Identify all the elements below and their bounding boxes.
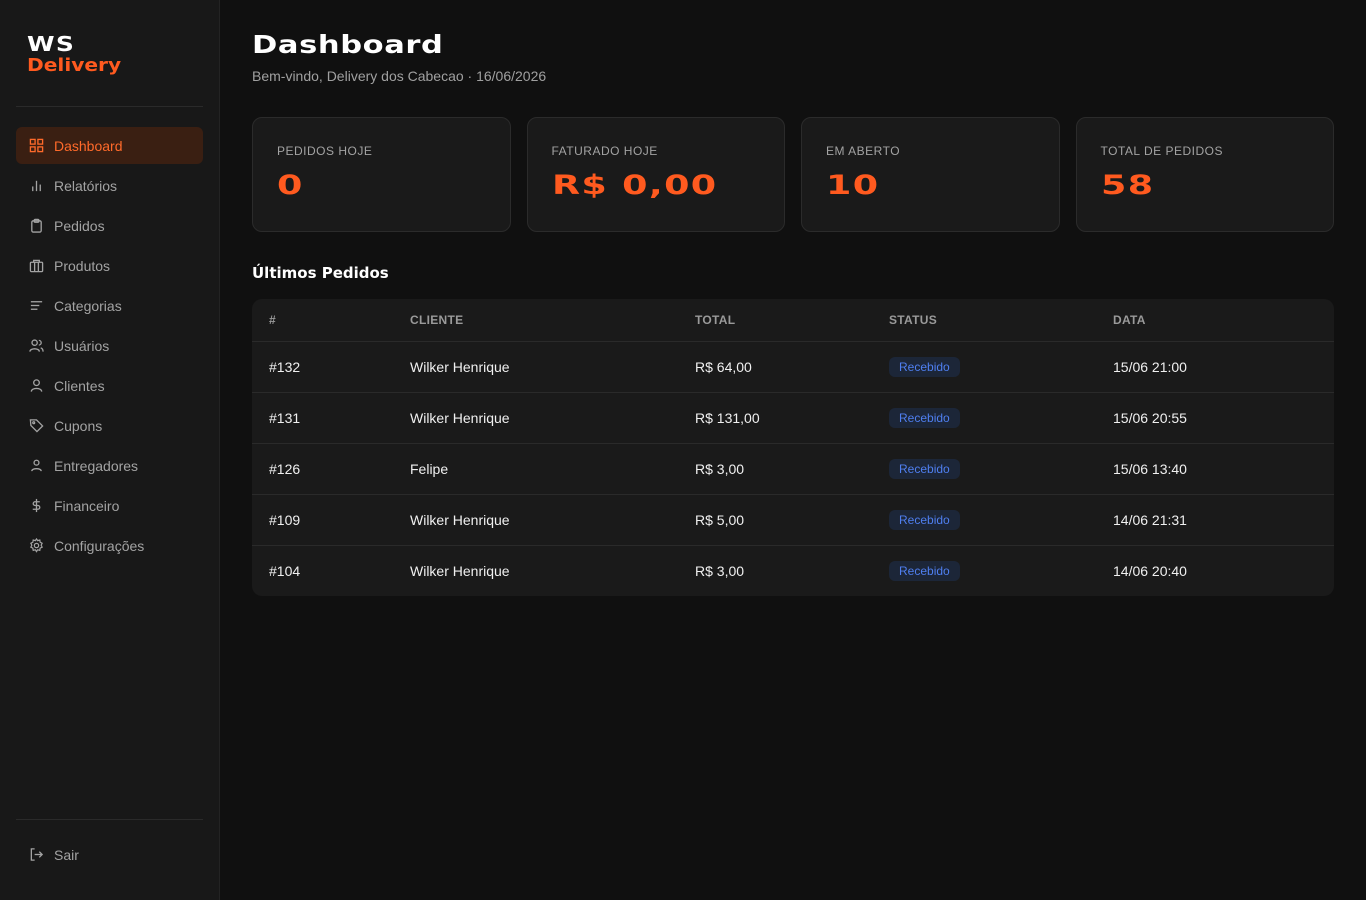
- recent-orders-table: # CLIENTE TOTAL STATUS DATA #132 Wilker …: [252, 299, 1334, 596]
- sidebar-item-categorias[interactable]: Categorias: [16, 287, 203, 324]
- sidebar-item-label: Clientes: [54, 377, 105, 394]
- package-icon: [28, 258, 44, 274]
- sidebar-nav: Dashboard Relatórios Pedidos Produtos Ca…: [16, 127, 203, 567]
- table-row[interactable]: #109 Wilker Henrique R$ 5,00 Recebido 14…: [252, 494, 1334, 546]
- table-row[interactable]: #104 Wilker Henrique R$ 3,00 Recebido 14…: [252, 545, 1334, 596]
- order-client: Wilker Henrique: [410, 392, 695, 444]
- brand-line1: WS: [27, 32, 76, 56]
- sidebar-item-cupons[interactable]: Cupons: [16, 407, 203, 444]
- tag-icon: [28, 418, 44, 434]
- order-id: #131: [252, 392, 410, 444]
- stat-label: TOTAL DE PEDIDOS: [1100, 144, 1223, 158]
- order-date: 14/06 21:31: [1113, 494, 1334, 546]
- status-badge: Recebido: [889, 458, 960, 479]
- table-row[interactable]: #126 Felipe R$ 3,00 Recebido 15/06 13:40: [252, 443, 1334, 495]
- order-date: 14/06 20:40: [1113, 562, 1187, 579]
- sidebar: WS Delivery Dashboard Relatórios Pedidos: [0, 0, 220, 900]
- grid-icon: [28, 138, 44, 154]
- column-header-status: STATUS: [889, 299, 1113, 342]
- sidebar-item-usuarios[interactable]: Usuários: [16, 327, 203, 364]
- list-icon: [28, 298, 44, 314]
- stat-value: 10: [826, 170, 880, 201]
- sidebar-item-dashboard[interactable]: Dashboard: [16, 127, 203, 164]
- sidebar-item-relatorios[interactable]: Relatórios: [16, 167, 203, 204]
- sidebar-item-label: Entregadores: [54, 457, 139, 474]
- logout-icon: [28, 847, 44, 863]
- order-id: #126: [252, 443, 410, 495]
- order-date: 15/06 13:40: [1113, 443, 1334, 495]
- bar-chart-icon: [28, 178, 44, 194]
- stat-card-em-aberto: EM ABERTO 10: [801, 117, 1060, 232]
- sidebar-divider-top: [16, 106, 203, 107]
- brand-logo[interactable]: WS Delivery: [27, 34, 121, 78]
- order-total: R$ 64,00: [695, 341, 889, 393]
- status-badge: Recebido: [889, 356, 960, 377]
- user-icon: [28, 378, 44, 394]
- order-id: #132: [252, 341, 410, 393]
- sidebar-item-pedidos[interactable]: Pedidos: [16, 207, 203, 244]
- column-header-total: TOTAL: [695, 299, 889, 342]
- sidebar-item-label: Cupons: [54, 417, 103, 434]
- order-total: R$ 5,00: [695, 494, 889, 546]
- sidebar-item-label: Financeiro: [54, 497, 120, 514]
- sidebar-item-entregadores[interactable]: Entregadores: [16, 447, 203, 484]
- order-total: R$ 131,00: [695, 392, 889, 444]
- status-badge: Recebido: [889, 560, 960, 581]
- sidebar-item-produtos[interactable]: Produtos: [16, 247, 203, 284]
- sidebar-item-financeiro[interactable]: Financeiro: [16, 487, 203, 524]
- dollar-icon: [28, 498, 44, 514]
- recent-orders-title: Últimos Pedidos: [252, 264, 389, 282]
- user-icon: [28, 458, 44, 474]
- clipboard-icon: [28, 218, 44, 234]
- order-client: Felipe: [410, 443, 695, 495]
- sidebar-item-label: Usuários: [54, 337, 110, 354]
- stat-card-pedidos-hoje: PEDIDOS HOJE 0: [252, 117, 511, 232]
- status-badge: Recebido: [889, 407, 960, 428]
- stat-value: 58: [1100, 170, 1154, 201]
- order-total: R$ 3,00: [695, 443, 889, 495]
- sidebar-item-label: Pedidos: [54, 217, 105, 234]
- gear-icon: [28, 538, 44, 554]
- stat-label: PEDIDOS HOJE: [277, 144, 373, 158]
- brand-line2: Delivery: [27, 55, 122, 76]
- stats-row: PEDIDOS HOJE 0 FATURADO HOJE R$ 0,00 EM …: [252, 117, 1334, 232]
- sidebar-item-label: Dashboard: [54, 137, 123, 154]
- order-total: R$ 3,00: [695, 562, 745, 579]
- order-date: 15/06 21:00: [1113, 341, 1334, 393]
- logout-label: Sair: [54, 846, 79, 863]
- table-row[interactable]: #132 Wilker Henrique R$ 64,00 Recebido 1…: [252, 341, 1334, 393]
- table-row[interactable]: #131 Wilker Henrique R$ 131,00 Recebido …: [252, 392, 1334, 444]
- stat-value: R$ 0,00: [551, 170, 718, 201]
- table-header-row: # CLIENTE TOTAL STATUS DATA: [252, 299, 1334, 342]
- sidebar-item-label: Relatórios: [54, 177, 118, 194]
- stat-value: 0: [277, 170, 304, 201]
- page-title: Dashboard: [252, 30, 444, 59]
- stat-label: EM ABERTO: [826, 144, 901, 158]
- sidebar-divider-bottom: [16, 819, 203, 820]
- column-header-data: DATA: [1113, 299, 1334, 342]
- sidebar-item-label: Produtos: [54, 257, 111, 274]
- sidebar-item-clientes[interactable]: Clientes: [16, 367, 203, 404]
- stat-card-total-pedidos: TOTAL DE PEDIDOS 58: [1075, 117, 1334, 232]
- column-header-id: #: [252, 299, 410, 342]
- column-header-cliente: CLIENTE: [410, 299, 695, 342]
- order-date: 15/06 20:55: [1113, 392, 1334, 444]
- stat-card-faturado-hoje: FATURADO HOJE R$ 0,00: [526, 117, 785, 232]
- order-client: Wilker Henrique: [410, 562, 510, 579]
- order-id: #109: [252, 494, 410, 546]
- welcome-subtitle: Bem-vindo, Delivery dos Cabecao · 16/06/…: [252, 68, 547, 84]
- sidebar-item-label: Categorias: [54, 297, 122, 314]
- order-client: Wilker Henrique: [410, 494, 695, 546]
- logout-button[interactable]: Sair: [16, 836, 203, 873]
- sidebar-item-label: Configurações: [54, 537, 145, 554]
- order-client: Wilker Henrique: [410, 341, 695, 393]
- users-icon: [28, 338, 44, 354]
- status-badge: Recebido: [889, 509, 960, 530]
- stat-label: FATURADO HOJE: [551, 144, 658, 158]
- sidebar-item-configuracoes[interactable]: Configurações: [16, 527, 203, 564]
- order-id: #104: [269, 562, 301, 579]
